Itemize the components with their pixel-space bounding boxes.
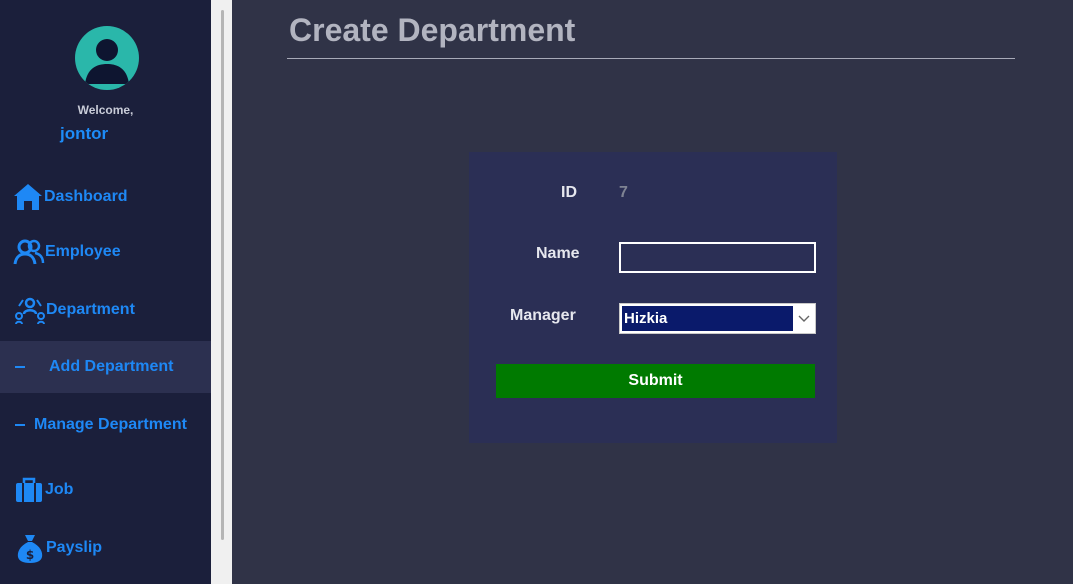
sidebar-item-label: Add Department	[49, 358, 174, 375]
sidebar-item-label: Employee	[45, 243, 121, 260]
manager-label: Manager	[510, 307, 576, 324]
money-bag-icon: $	[14, 532, 46, 564]
avatar	[75, 26, 139, 90]
dash-icon	[15, 366, 25, 368]
username: jontor	[60, 124, 109, 143]
name-input[interactable]	[619, 242, 816, 273]
dash-icon	[15, 424, 25, 426]
sidebar-item-label: Department	[46, 301, 135, 318]
sidebar-item-job[interactable]: Job	[0, 470, 211, 510]
manager-selected-value: Hizkia	[622, 306, 793, 331]
id-value: 7	[619, 184, 628, 201]
sidebar-item-label: Manage Department	[34, 416, 187, 433]
submit-button[interactable]: Submit	[496, 364, 815, 398]
sidebar: Welcome, jontor Dashboard Employee Depar…	[0, 0, 211, 584]
title-divider	[287, 58, 1015, 59]
sidebar-item-dashboard[interactable]: Dashboard	[0, 177, 211, 217]
id-label: ID	[561, 184, 577, 201]
user-avatar-icon	[85, 39, 129, 84]
manager-select[interactable]: Hizkia	[619, 303, 816, 334]
sidebar-item-label: Dashboard	[44, 188, 128, 205]
sidebar-item-payslip[interactable]: $ Payslip	[0, 528, 211, 568]
sidebar-item-label: Payslip	[46, 539, 103, 556]
sidebar-item-employee[interactable]: Employee	[0, 232, 211, 272]
sidebar-item-label: Job	[45, 481, 74, 498]
org-icon	[14, 294, 46, 326]
sidebar-item-manage-department[interactable]: Manage Department	[0, 405, 211, 445]
sidebar-scrollbar[interactable]	[211, 0, 232, 584]
scrollbar-thumb[interactable]	[221, 10, 224, 540]
users-icon	[13, 236, 45, 268]
briefcase-icon	[13, 474, 45, 506]
page-title: Create Department	[289, 12, 576, 48]
sidebar-item-department[interactable]: Department	[0, 290, 211, 330]
welcome-text: Welcome,	[77, 103, 134, 117]
create-department-form: ID 7 Name Manager Hizkia Submit	[469, 152, 837, 443]
sidebar-item-add-department[interactable]: Add Department	[0, 341, 211, 393]
home-icon	[12, 181, 44, 213]
chevron-down-icon[interactable]	[793, 304, 815, 333]
name-label: Name	[536, 245, 580, 262]
svg-text:$: $	[26, 548, 34, 562]
